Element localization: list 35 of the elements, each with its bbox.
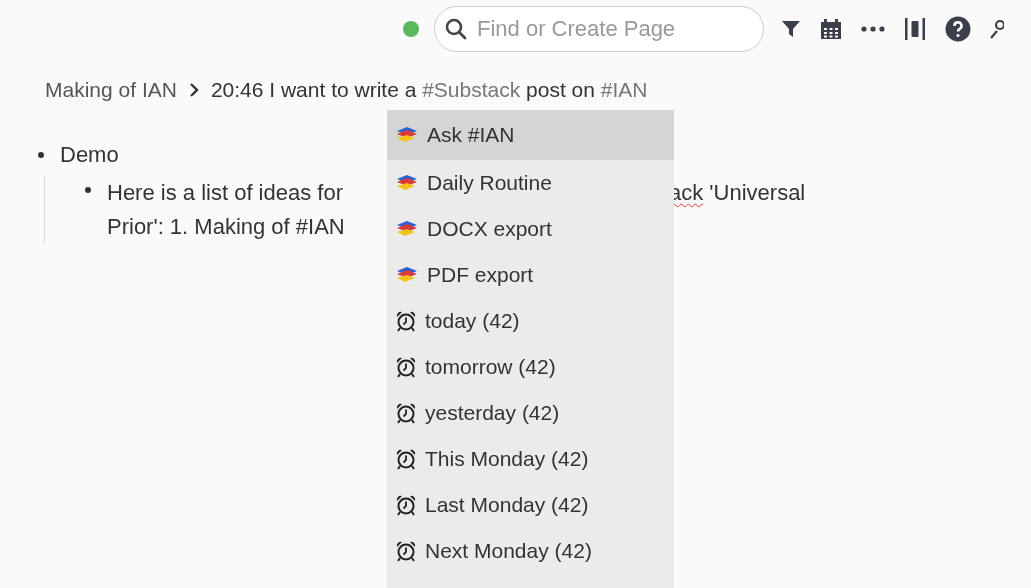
menu-item[interactable]: yesterday (42) bbox=[387, 390, 674, 436]
search-field[interactable]: Find or Create Page bbox=[434, 6, 764, 52]
calendar-icon[interactable] bbox=[820, 18, 842, 40]
help-icon[interactable] bbox=[945, 16, 971, 42]
filter-icon[interactable] bbox=[781, 19, 801, 39]
menu-item[interactable]: Daily Routine bbox=[387, 160, 674, 206]
alarm-clock-icon bbox=[395, 356, 417, 378]
alarm-clock-icon bbox=[395, 494, 417, 516]
menu-item[interactable]: This Monday (42) bbox=[387, 436, 674, 482]
menu-item[interactable]: PDF export bbox=[387, 252, 674, 298]
alarm-clock-icon bbox=[395, 310, 417, 332]
books-icon bbox=[395, 265, 419, 285]
bullet-text: Here is a list of ideas for bbox=[107, 179, 343, 207]
menu-item[interactable]: DOCX export bbox=[387, 206, 674, 252]
books-icon bbox=[395, 173, 419, 193]
menu-item[interactable]: Last Monday (42) bbox=[387, 482, 674, 528]
books-icon bbox=[395, 219, 419, 239]
bullet-icon bbox=[85, 187, 91, 193]
books-icon bbox=[395, 125, 419, 145]
chevron-icon bbox=[188, 83, 199, 97]
search-icon bbox=[444, 17, 468, 41]
bullet-icon bbox=[38, 152, 44, 158]
alarm-clock-icon bbox=[395, 540, 417, 562]
alarm-clock-icon bbox=[395, 448, 417, 470]
menu-item[interactable]: tomorrow (42) bbox=[387, 344, 674, 390]
columns-icon[interactable] bbox=[904, 17, 926, 41]
menu-item[interactable]: Ask #IAN bbox=[387, 110, 674, 160]
menu-item[interactable]: Next Monday (42) bbox=[387, 528, 674, 574]
bullet-text: Prior': 1. Making of #IAN bbox=[107, 213, 345, 241]
more-icon[interactable] bbox=[861, 26, 885, 32]
breadcrumb-link[interactable]: Making of IAN bbox=[45, 78, 177, 102]
alarm-clock-icon bbox=[395, 402, 417, 424]
bullet-text: Demo bbox=[60, 142, 119, 168]
menu-item[interactable]: today (42) bbox=[387, 298, 674, 344]
page-title: 20:46 I want to write a #Substack post on #IAN bbox=[210, 78, 648, 102]
